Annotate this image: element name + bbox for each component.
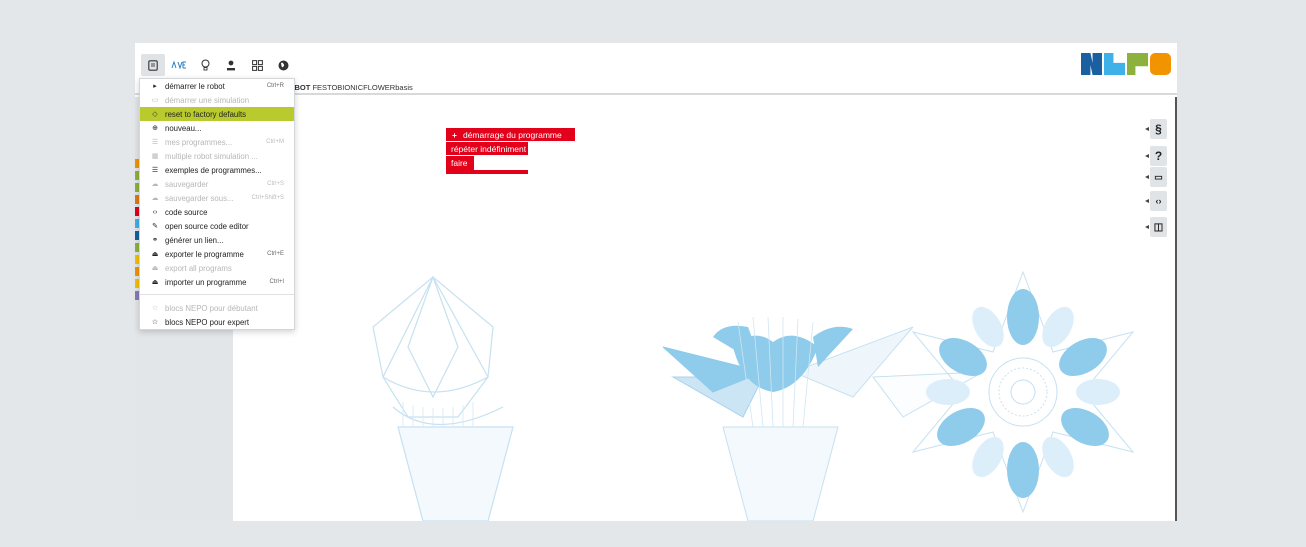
cloud-icon: ☁ — [151, 195, 159, 202]
menu-item-label: code source — [165, 207, 208, 217]
menu-item-new[interactable]: ⊕ nouveau... — [140, 121, 294, 135]
robot-menu-icon[interactable] — [167, 54, 191, 76]
menu-item-shortcut: Ctrl+E — [267, 251, 284, 257]
menu-item-label: démarrer une simulation — [165, 95, 250, 105]
grid-icon: ▦ — [151, 153, 159, 160]
menu-item-source-code[interactable]: ‹› code source — [140, 205, 294, 219]
import-icon: ⏏ — [151, 279, 159, 286]
menu-item-shortcut: Ctrl+S — [267, 181, 284, 187]
menu-item-label: sauvegarder — [165, 179, 209, 189]
menu-item-label: nouveau... — [165, 123, 202, 133]
menu-item-label: sauvegarder sous... — [165, 193, 234, 203]
menu-item-factory-reset[interactable]: ◇ reset to factory defaults — [140, 107, 294, 121]
help-icon[interactable]: ? — [1145, 146, 1167, 166]
menu-item-save-as[interactable]: ☁ sauvegarder sous... Ctrl+Shift+S — [140, 191, 294, 205]
logo-block-2 — [1104, 53, 1125, 75]
menu-item-shortcut: Ctrl+I — [269, 279, 284, 285]
menu-separator — [140, 294, 294, 295]
star-icon: ☆ — [151, 319, 159, 326]
logo-block-1 — [1081, 53, 1102, 75]
menu-item-export[interactable]: ⏏ exporter le programme Ctrl+E — [140, 247, 294, 261]
gallery-icon[interactable] — [245, 54, 269, 76]
list-icon: ☰ — [151, 167, 159, 174]
menu-item-label: importer un programme — [165, 277, 247, 287]
plus-circle-icon: ⊕ — [152, 125, 158, 132]
export-icon: ⏏ — [151, 251, 159, 258]
program-dropdown-menu: ▸ démarrer le robot Ctrl+R ▭ démarrer un… — [139, 78, 295, 330]
block-do-label: faire — [451, 158, 468, 168]
sidebar-btn-label: ▭ — [1154, 171, 1163, 182]
block-repeat-forever[interactable]: répéter indéfiniment — [446, 142, 528, 155]
comment-icon[interactable]: ▭ — [1145, 167, 1167, 187]
menu-item-label: reset to factory defaults — [165, 109, 247, 119]
play-icon: ▸ — [153, 83, 157, 90]
sidebar-btn-label: ‹› — [1155, 196, 1162, 206]
menu-item-label: blocs NEPO pour débutant — [165, 303, 258, 313]
menu-item-beginner-blocks[interactable]: ☆ blocs NEPO pour débutant — [140, 301, 294, 315]
menu-item-source-editor[interactable]: ✎ open source code editor — [140, 219, 294, 233]
menu-item-label: exemples de programmes... — [165, 165, 262, 175]
chat-icon[interactable]: ◫ — [1145, 217, 1167, 237]
logo-block-4 — [1150, 53, 1171, 75]
cloud-icon: ☁ — [151, 181, 159, 188]
block-repeat-label: répéter indéfiniment — [451, 143, 527, 154]
help-icon[interactable] — [193, 54, 217, 76]
block-program-start[interactable]: + démarrage du programme — [446, 128, 575, 141]
sidebar-btn-label: ◫ — [1153, 221, 1164, 233]
blockly-workspace[interactable] — [233, 97, 1177, 521]
menu-item-label: exporter le programme — [165, 249, 244, 259]
code-icon[interactable]: ‹› — [1145, 191, 1167, 211]
reset-icon: ◇ — [152, 111, 158, 118]
sidebar-btn-label: § — [1155, 122, 1162, 136]
program-menu-icon[interactable] — [141, 54, 165, 76]
menu-item-label: multiple robot simulation ... — [165, 151, 258, 161]
sidebar-btn-label: ? — [1154, 149, 1163, 163]
menu-item-save[interactable]: ☁ sauvegarder Ctrl+S — [140, 177, 294, 191]
menu-item-label: démarrer le robot — [165, 81, 225, 91]
menu-item-examples[interactable]: ☰ exemples de programmes... — [140, 163, 294, 177]
logo-block-3 — [1127, 53, 1148, 75]
user-icon[interactable] — [219, 54, 243, 76]
block-do[interactable]: faire — [446, 156, 474, 170]
menu-item-generate-link[interactable]: ⚭ générer un lien... — [140, 233, 294, 247]
menu-item-shortcut: Ctrl+R — [266, 83, 284, 89]
menu-item-label: mes programmes... — [165, 137, 233, 147]
menu-item-export-all[interactable]: ⏏ export all programs — [140, 261, 294, 275]
menu-item-label: blocs NEPO pour expert — [165, 317, 250, 327]
link-icon: ⚭ — [152, 237, 158, 244]
block-loop-bottom — [446, 170, 528, 174]
robot-name: FESTOBIONICFLOWERbasis — [312, 83, 413, 92]
language-icon[interactable] — [271, 54, 295, 76]
menu-item-label: générer un lien... — [165, 235, 224, 245]
export-icon: ⏏ — [151, 265, 159, 272]
section-icon[interactable]: § — [1145, 119, 1167, 139]
code-icon: ‹› — [152, 208, 158, 216]
menu-item-run-robot[interactable]: ▸ démarrer le robot Ctrl+R — [140, 79, 294, 93]
menu-item-label: export all programs — [165, 263, 232, 273]
block-plus-icon[interactable]: + — [452, 130, 457, 140]
menu-item-multi-simulation[interactable]: ▦ multiple robot simulation ... — [140, 149, 294, 163]
block-start-label: démarrage du programme — [462, 129, 562, 140]
list-icon: ☰ — [151, 139, 159, 146]
menu-item-import[interactable]: ⏏ importer un programme Ctrl+I — [140, 275, 294, 289]
edit-icon: ✎ — [152, 223, 158, 230]
menu-item-shortcut: Ctrl+M — [266, 139, 284, 145]
robot-background-illustration — [372, 270, 1135, 521]
menu-item-run-simulation[interactable]: ▭ démarrer une simulation — [140, 93, 294, 107]
menu-item-shortcut: Ctrl+Shift+S — [251, 195, 284, 201]
menu-item-label: open source code editor — [165, 221, 249, 231]
nepo-logo — [1081, 53, 1171, 75]
menu-item-expert-blocks[interactable]: ☆ blocs NEPO pour expert — [140, 315, 294, 329]
workspace-right-border — [1175, 97, 1177, 521]
simulation-icon: ▭ — [151, 97, 159, 104]
menu-item-my-programs[interactable]: ☰ mes programmes... Ctrl+M — [140, 135, 294, 149]
star-icon: ☆ — [151, 305, 159, 312]
